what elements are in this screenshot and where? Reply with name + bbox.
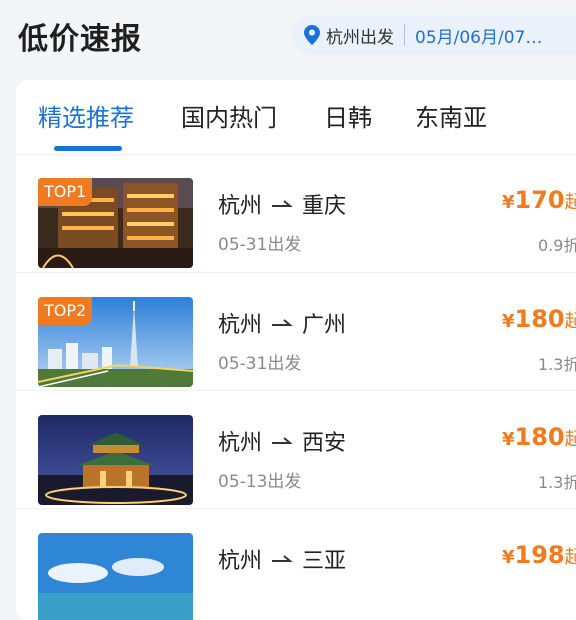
price-suffix: 起 bbox=[564, 547, 576, 568]
destination-city: 三亚 bbox=[302, 549, 347, 574]
route-arrow-icon bbox=[272, 200, 293, 207]
departure-date: 05-13出发 bbox=[218, 472, 302, 492]
deals-card: 精选推荐 国内热门 日韩 东南亚 TOP1 杭州 重庆 05-31出发 ¥170… bbox=[16, 80, 576, 620]
currency-symbol: ¥ bbox=[502, 311, 515, 332]
route: 杭州 广州 bbox=[218, 307, 346, 339]
departure-date: 05-31出发 bbox=[218, 235, 302, 255]
route-arrow-icon bbox=[272, 437, 293, 444]
origin-city: 杭州 bbox=[218, 194, 263, 219]
top-rank-badge: TOP1 bbox=[38, 178, 93, 206]
deal-row[interactable]: 杭州 三亚 ¥198起 bbox=[16, 508, 576, 620]
deal-thumbnail bbox=[38, 415, 193, 505]
price: ¥180起 bbox=[502, 305, 576, 333]
price: ¥180起 bbox=[502, 423, 576, 451]
departure-city[interactable]: 杭州出发 bbox=[326, 23, 394, 48]
departure-filter[interactable]: 杭州出发 05月/06月/07… bbox=[292, 15, 576, 55]
tab-domestic-hot[interactable]: 国内热门 bbox=[181, 98, 277, 133]
price-suffix: 起 bbox=[564, 192, 576, 213]
discount: 0.9折 bbox=[538, 236, 576, 255]
route-arrow-icon bbox=[272, 555, 293, 562]
route-arrow-icon bbox=[272, 319, 293, 326]
deal-row[interactable]: TOP1 杭州 重庆 05-31出发 ¥170起 0.9折 bbox=[16, 154, 576, 272]
price: ¥198起 bbox=[502, 541, 576, 569]
deal-thumbnail bbox=[38, 533, 193, 620]
top-rank-badge: TOP2 bbox=[38, 297, 93, 325]
price: ¥170起 bbox=[502, 186, 576, 214]
destination-city: 广州 bbox=[302, 313, 347, 338]
category-tabs: 精选推荐 国内热门 日韩 东南亚 bbox=[16, 80, 576, 155]
destination-city: 西安 bbox=[302, 431, 347, 456]
destination-city: 重庆 bbox=[302, 194, 347, 219]
tab-featured[interactable]: 精选推荐 bbox=[38, 98, 134, 133]
top-bar: 低价速报 杭州出发 05月/06月/07… bbox=[0, 0, 576, 78]
discount: 1.3折 bbox=[538, 473, 576, 492]
origin-city: 杭州 bbox=[218, 549, 263, 574]
currency-symbol: ¥ bbox=[502, 192, 515, 213]
deal-row[interactable]: 杭州 西安 05-13出发 ¥180起 1.3折 bbox=[16, 390, 576, 509]
deal-thumbnail: TOP1 bbox=[38, 178, 193, 268]
price-value: 198 bbox=[514, 541, 565, 569]
page-title: 低价速报 bbox=[18, 22, 142, 57]
route: 杭州 西安 bbox=[218, 425, 346, 457]
sanya-photo bbox=[38, 533, 193, 620]
deal-row[interactable]: TOP2 杭州 广州 05-31出发 ¥180起 1.3折 bbox=[16, 272, 576, 391]
travel-months[interactable]: 05月/06月/07… bbox=[415, 23, 542, 48]
location-pin-icon bbox=[304, 25, 320, 45]
price-suffix: 起 bbox=[564, 429, 576, 450]
route: 杭州 重庆 bbox=[218, 188, 346, 220]
price-value: 180 bbox=[514, 305, 565, 333]
price-value: 180 bbox=[514, 423, 565, 451]
deal-thumbnail: TOP2 bbox=[38, 297, 193, 387]
route: 杭州 三亚 bbox=[218, 543, 346, 575]
origin-city: 杭州 bbox=[218, 313, 263, 338]
tab-southeast-asia[interactable]: 东南亚 bbox=[415, 98, 487, 133]
active-tab-indicator bbox=[54, 146, 122, 151]
discount: 1.3折 bbox=[538, 355, 576, 374]
origin-city: 杭州 bbox=[218, 431, 263, 456]
currency-symbol: ¥ bbox=[502, 547, 515, 568]
xian-photo bbox=[38, 415, 193, 505]
tab-japan-korea[interactable]: 日韩 bbox=[324, 98, 372, 133]
price-suffix: 起 bbox=[564, 311, 576, 332]
pill-divider bbox=[404, 24, 405, 46]
departure-date: 05-31出发 bbox=[218, 354, 302, 374]
price-value: 170 bbox=[514, 186, 565, 214]
currency-symbol: ¥ bbox=[502, 429, 515, 450]
